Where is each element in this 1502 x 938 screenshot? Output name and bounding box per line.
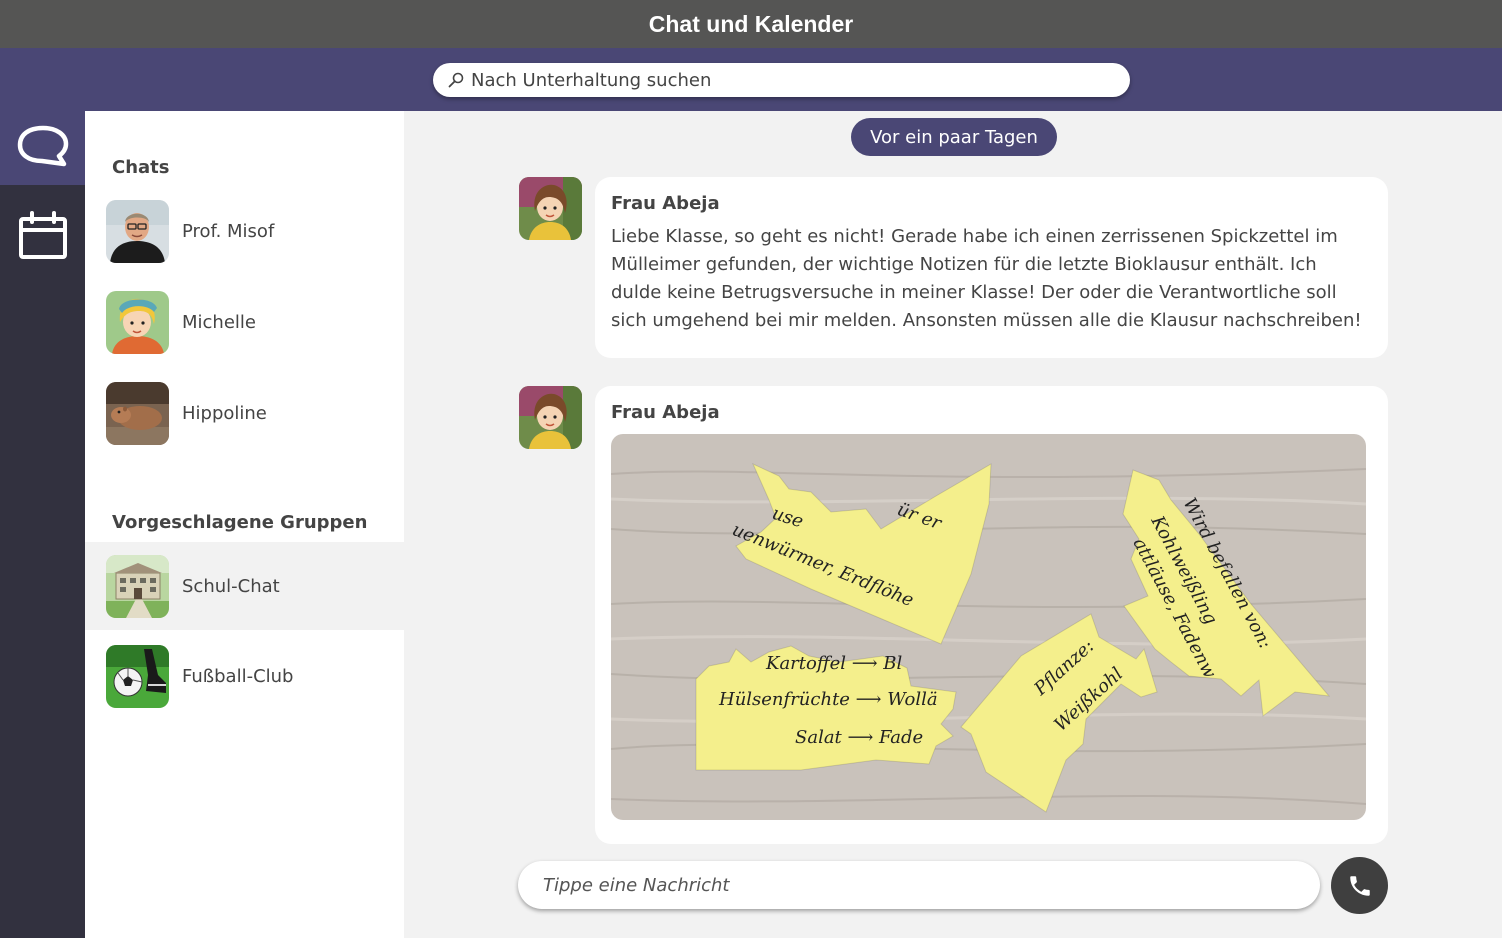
search-field[interactable] bbox=[433, 63, 1130, 97]
avatar bbox=[106, 644, 169, 708]
group-name: Fußball-Club bbox=[182, 665, 294, 687]
chat-panel: Vor ein paar Tagen Frau Abeja Liebe Klas… bbox=[404, 111, 1502, 938]
contact-name: Michelle bbox=[182, 311, 256, 333]
chat-item-michelle[interactable]: Michelle bbox=[85, 278, 404, 366]
note-text: Kartoffel ⟶ Bl bbox=[765, 653, 902, 674]
message-bubble: Frau Abeja Liebe Klasse, so geht es nich… bbox=[595, 177, 1388, 358]
calendar-icon bbox=[18, 211, 67, 259]
avatar bbox=[106, 199, 169, 263]
conversation-list: Chats Prof. Misof Michelle Hippoline Vor… bbox=[85, 111, 404, 938]
call-button[interactable] bbox=[1331, 857, 1388, 914]
contact-name: Hippoline bbox=[182, 402, 267, 424]
group-name: Schul-Chat bbox=[182, 575, 280, 597]
note-text: Hülsenfrüchte ⟶ Wollä bbox=[718, 689, 938, 710]
message-sender: Frau Abeja bbox=[611, 402, 720, 423]
rail-item-chats[interactable] bbox=[0, 111, 85, 185]
sender-avatar bbox=[519, 177, 582, 240]
phone-icon bbox=[1349, 875, 1370, 896]
message-sender: Frau Abeja bbox=[611, 193, 720, 214]
message-bubble: Frau Abeja use ür er uenwürmer, Erdflöhe… bbox=[595, 386, 1388, 844]
search-bar bbox=[0, 48, 1502, 111]
chat-item-hippoline[interactable]: Hippoline bbox=[85, 369, 404, 457]
app-title-bar: Chat und Kalender bbox=[0, 0, 1502, 48]
avatar bbox=[106, 290, 169, 354]
app-title: Chat und Kalender bbox=[648, 10, 854, 37]
search-input[interactable] bbox=[469, 68, 1073, 92]
sender-avatar bbox=[519, 386, 582, 449]
message-photo[interactable]: use ür er uenwürmer, Erdflöhe Kartoffel … bbox=[611, 434, 1366, 820]
chat-bubble-icon bbox=[17, 125, 68, 167]
group-item-fussball-club[interactable]: Fußball-Club bbox=[85, 632, 404, 720]
search-icon bbox=[448, 72, 464, 88]
date-separator: Vor ein paar Tagen bbox=[851, 118, 1057, 156]
contact-name: Prof. Misof bbox=[182, 220, 275, 242]
message-composer[interactable] bbox=[518, 861, 1320, 909]
groups-heading: Vorgeschlagene Gruppen bbox=[112, 512, 368, 533]
avatar bbox=[106, 381, 169, 445]
group-item-schul-chat[interactable]: Schul-Chat bbox=[85, 542, 404, 630]
avatar bbox=[106, 554, 169, 618]
message-input[interactable] bbox=[541, 873, 1285, 897]
note-text: Salat ⟶ Fade bbox=[795, 727, 923, 748]
message-text: Liebe Klasse, so geht es nicht! Gerade h… bbox=[611, 226, 1362, 331]
nav-rail bbox=[0, 111, 85, 938]
chats-heading: Chats bbox=[112, 157, 170, 178]
rail-item-calendar[interactable] bbox=[0, 201, 85, 271]
chat-item-prof-misof[interactable]: Prof. Misof bbox=[85, 187, 404, 275]
